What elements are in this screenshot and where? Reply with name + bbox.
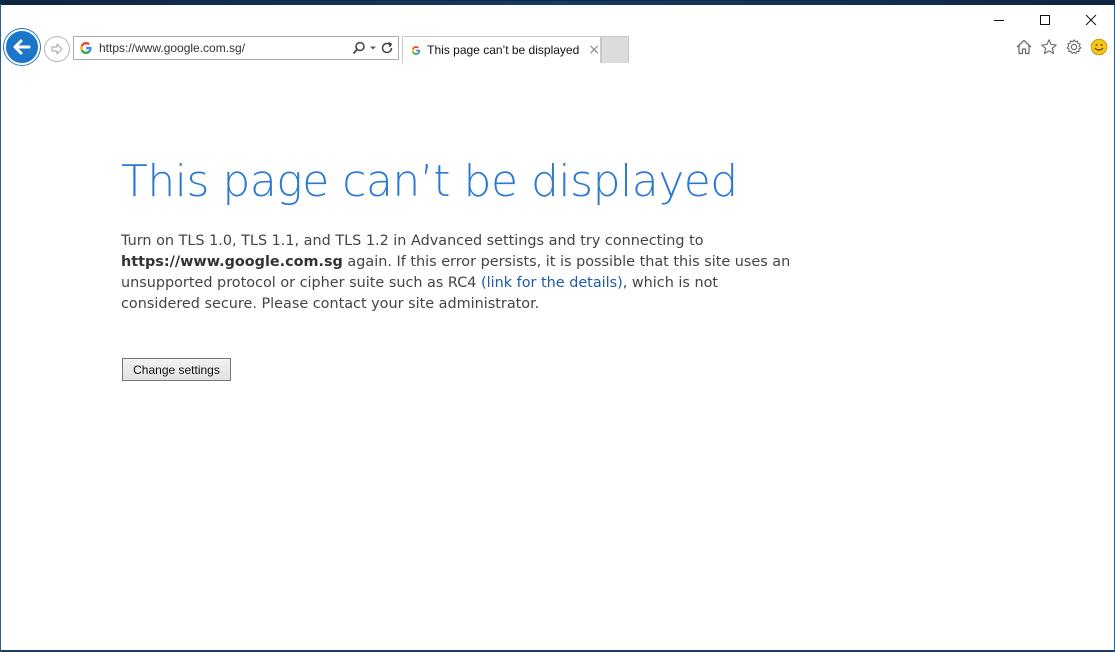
maximize-icon — [1040, 15, 1050, 25]
favorites-button[interactable] — [1039, 37, 1059, 57]
address-bar[interactable]: https://www.google.com.sg/ — [73, 36, 399, 60]
minimize-icon — [994, 20, 1004, 21]
address-url[interactable]: https://www.google.com.sg/ — [99, 41, 352, 55]
new-tab-button[interactable] — [601, 36, 629, 63]
forward-button[interactable] — [44, 36, 70, 62]
feedback-button[interactable] — [1089, 37, 1109, 57]
tab-close-button[interactable]: × — [588, 43, 600, 57]
search-button[interactable] — [352, 41, 366, 55]
home-button[interactable] — [1014, 37, 1034, 57]
error-host: https://www.google.com.sg — [121, 254, 343, 270]
toolbar-right — [1014, 37, 1109, 57]
refresh-icon — [381, 41, 393, 54]
back-button[interactable] — [4, 29, 40, 65]
chevron-down-icon — [370, 46, 376, 50]
maximize-button[interactable] — [1022, 5, 1068, 35]
search-icon — [352, 41, 365, 55]
change-settings-button[interactable]: Change settings — [122, 358, 231, 381]
error-text-part-1: Turn on TLS 1.0, TLS 1.1, and TLS 1.2 in… — [121, 233, 704, 249]
home-icon — [1016, 39, 1032, 55]
arrow-left-icon — [13, 39, 31, 55]
window-caption-buttons — [976, 5, 1114, 35]
tab-title: This page can’t be displayed — [427, 43, 580, 57]
error-description: Turn on TLS 1.0, TLS 1.1, and TLS 1.2 in… — [121, 231, 791, 315]
gear-icon — [1066, 39, 1082, 55]
settings-button[interactable] — [1064, 37, 1084, 57]
address-dropdown-button[interactable] — [369, 44, 377, 52]
arrow-right-icon — [51, 43, 63, 55]
details-link[interactable]: (link for the details) — [481, 275, 623, 291]
error-content: This page can’t be displayed Turn on TLS… — [121, 145, 801, 315]
refresh-button[interactable] — [380, 41, 394, 55]
google-g-icon — [411, 45, 421, 55]
page-title: This page can’t be displayed — [121, 156, 738, 207]
tab-current[interactable]: This page can’t be displayed × — [402, 36, 601, 63]
browser-window: https://www.google.com.sg/ This page can… — [0, 1, 1115, 652]
google-g-icon — [80, 42, 92, 54]
close-icon — [1085, 14, 1097, 26]
smiley-icon — [1090, 38, 1108, 56]
star-icon — [1041, 39, 1057, 55]
close-window-button[interactable] — [1068, 5, 1114, 35]
minimize-button[interactable] — [976, 5, 1022, 35]
